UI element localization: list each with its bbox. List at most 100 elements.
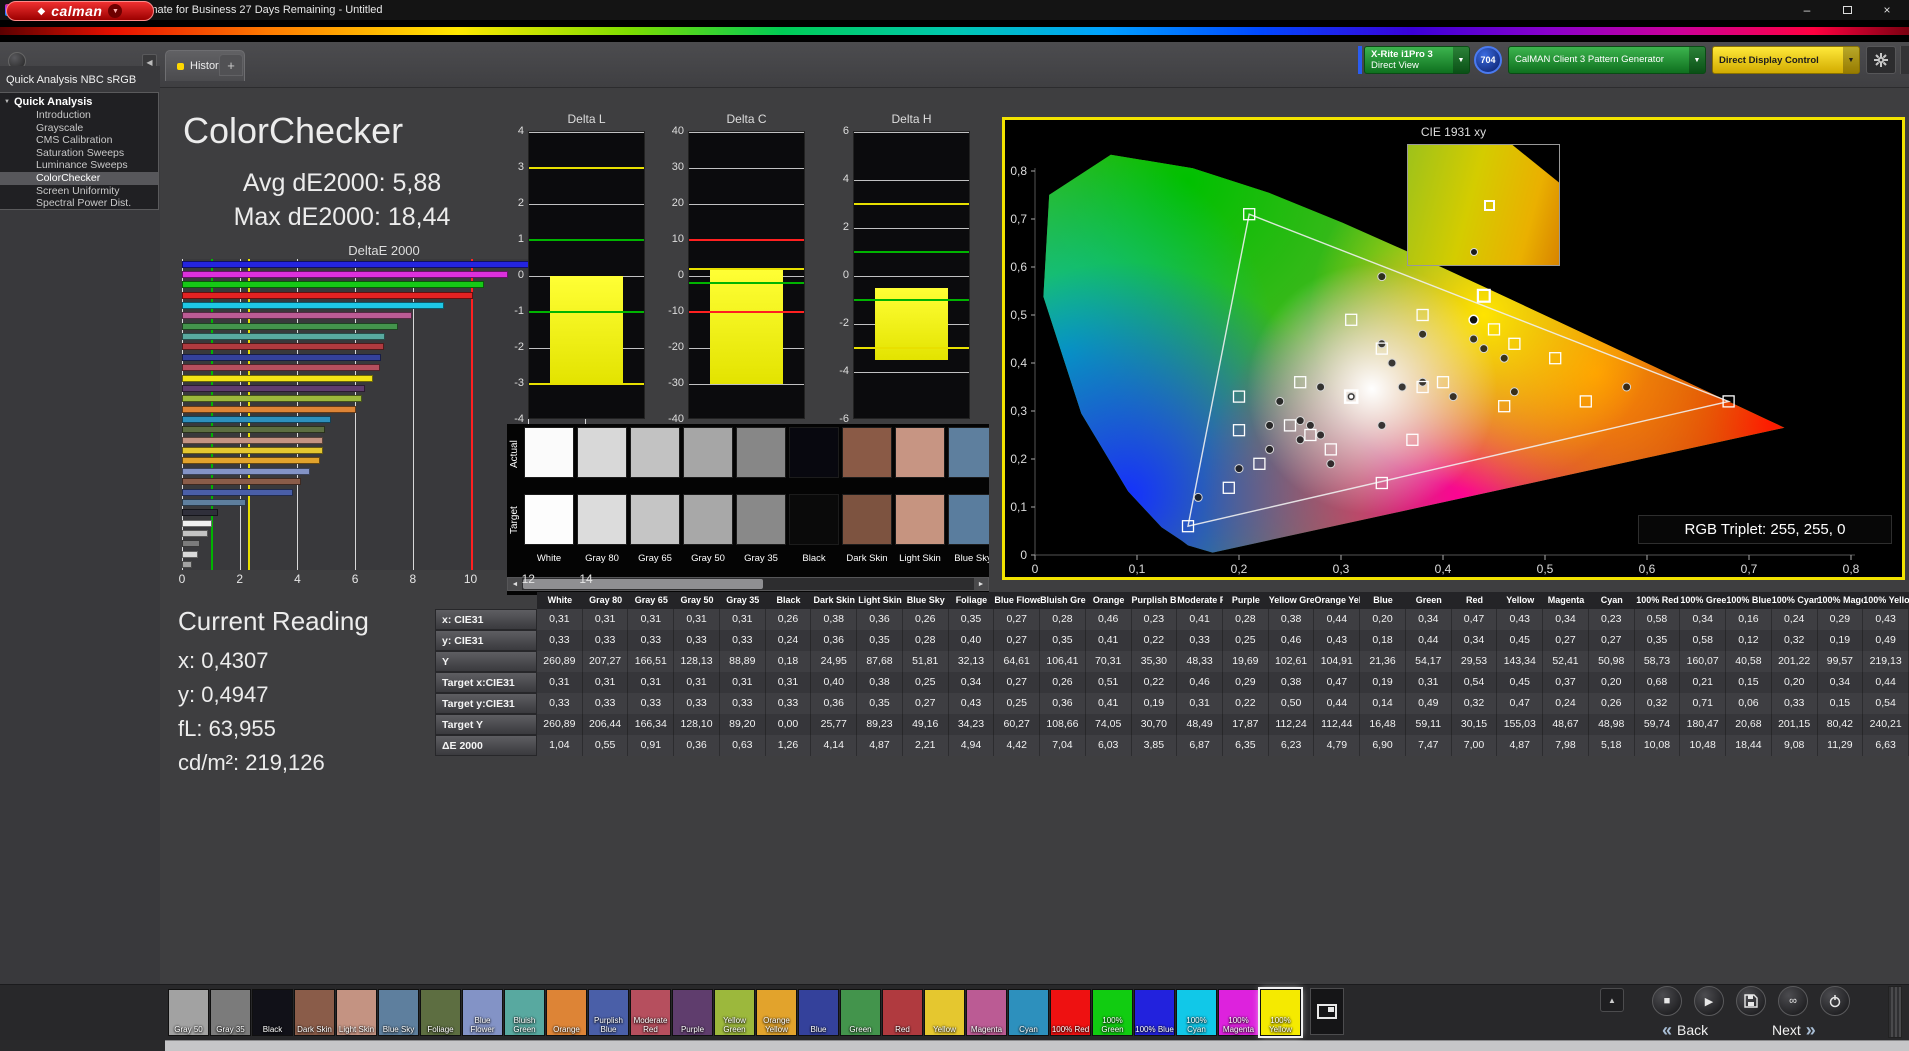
pattern-patch-purplish-blue[interactable]: Purplish Blue <box>588 989 629 1036</box>
pattern-patch-orange[interactable]: Orange <box>546 989 587 1036</box>
pattern-patch-100-red[interactable]: 100% Red <box>1050 989 1091 1036</box>
pattern-patch-cyan[interactable]: Cyan <box>1008 989 1049 1036</box>
sidebar-item-colorchecker[interactable]: ColorChecker <box>0 172 158 185</box>
grid-line <box>529 204 644 205</box>
scroll-left-button[interactable]: ◄ <box>508 578 522 590</box>
calman-logo-button[interactable]: ◆ calman ▼ <box>6 1 154 21</box>
sidebar-item-introduction[interactable]: Introduction <box>0 109 158 122</box>
pattern-patch-black[interactable]: Black <box>252 989 293 1036</box>
cell: 0,49 <box>1863 630 1909 651</box>
pattern-patch-bluish-green[interactable]: Bluish Green <box>504 989 545 1036</box>
pattern-patch-blue[interactable]: Blue <box>798 989 839 1036</box>
tree-root-label: Quick Analysis <box>14 96 92 108</box>
de-bar-orange <box>182 406 356 413</box>
sidebar-item-cms-calibration[interactable]: CMS Calibration <box>0 134 158 147</box>
meter-device-box[interactable]: X-Rite i1Pro 3 Direct View ▼ <box>1364 46 1470 74</box>
sidebar-item-luminance-sweeps[interactable]: Luminance Sweeps <box>0 159 158 172</box>
y-axis-label: -4 <box>826 365 849 377</box>
target-swatch-black <box>789 494 839 545</box>
pattern-window-button[interactable] <box>1310 988 1344 1035</box>
close-button[interactable]: × <box>1867 0 1907 20</box>
logo-menu-caret-icon[interactable]: ▼ <box>108 4 122 18</box>
cell: 59,74 <box>1635 714 1681 735</box>
cell: 29,53 <box>1452 651 1498 672</box>
cell: 3,85 <box>1132 735 1178 756</box>
grid-line <box>854 276 969 277</box>
bottom-strip[interactable] <box>165 1040 1909 1051</box>
display-control-box[interactable]: Direct Display Control ▼ <box>1712 46 1860 74</box>
resize-ridge[interactable] <box>1888 986 1902 1038</box>
settings-gear-button[interactable] <box>1866 46 1896 74</box>
pattern-patch-moderate-red[interactable]: Moderate Red <box>630 989 671 1036</box>
pattern-patch-purple[interactable]: Purple <box>672 989 713 1036</box>
pattern-patch-magenta[interactable]: Magenta <box>966 989 1007 1036</box>
pattern-patch-orange-yellow[interactable]: Orange Yellow <box>756 989 797 1036</box>
stop-button[interactable]: ■ <box>1652 986 1682 1016</box>
cell: 143,34 <box>1497 651 1543 672</box>
cell: 0,35 <box>857 693 903 714</box>
cell: 50,98 <box>1589 651 1635 672</box>
pattern-patch-green[interactable]: Green <box>840 989 881 1036</box>
maximize-button[interactable] <box>1827 0 1867 20</box>
bottom-strip-left <box>0 1040 165 1051</box>
cell: 6,63 <box>1863 735 1909 756</box>
row-label-y: Y <box>435 651 537 672</box>
tree-root-quick-analysis[interactable]: ▼ Quick Analysis <box>0 95 158 109</box>
pattern-patch-dark-skin[interactable]: Dark Skin <box>294 989 335 1036</box>
column-header-blue: Blue <box>1360 592 1406 609</box>
minimize-button[interactable]: – <box>1787 0 1827 20</box>
pattern-patch-100-cyan[interactable]: 100% Cyan <box>1176 989 1217 1036</box>
display-dropdown-caret-icon[interactable]: ▼ <box>1843 47 1859 73</box>
sidebar-item-spectral-power-dist[interactable]: Spectral Power Dist. <box>0 197 158 210</box>
meter-dropdown-caret-icon[interactable]: ▼ <box>1453 47 1469 73</box>
pattern-patch-gray-35[interactable]: Gray 35 <box>210 989 251 1036</box>
sidebar-item-grayscale[interactable]: Grayscale <box>0 122 158 135</box>
pattern-patch-foliage[interactable]: Foliage <box>420 989 461 1036</box>
next-button[interactable]: Next » <box>1772 1018 1816 1042</box>
add-tab-button[interactable]: + <box>219 54 243 76</box>
pattern-patch-100-yellow[interactable]: 100% Yellow <box>1260 989 1301 1036</box>
patch-label: Yellow <box>933 1026 956 1035</box>
cell: 0,46 <box>1086 609 1132 630</box>
pattern-patch-yellow[interactable]: Yellow <box>924 989 965 1036</box>
back-button[interactable]: « Back <box>1662 1018 1708 1042</box>
reading-y: y: 0,4947 <box>178 682 269 708</box>
pattern-patch-100-blue[interactable]: 100% Blue <box>1134 989 1175 1036</box>
tree-expand-icon[interactable]: ▼ <box>4 99 10 105</box>
x-axis-label: 12 <box>522 572 535 586</box>
pattern-patch-blue-sky[interactable]: Blue Sky <box>378 989 419 1036</box>
de-bar-blue <box>182 354 381 361</box>
sidebar-item-screen-uniformity[interactable]: Screen Uniformity <box>0 185 158 198</box>
cell: 0,43 <box>1497 609 1543 630</box>
cell: 6,03 <box>1086 735 1132 756</box>
pattern-patch-light-skin[interactable]: Light Skin <box>336 989 377 1036</box>
cell: 0,26 <box>903 609 949 630</box>
power-button[interactable] <box>1820 986 1850 1016</box>
patch-label: Purple <box>681 1026 704 1035</box>
pattern-patch-100-magenta[interactable]: 100% Magenta <box>1218 989 1259 1036</box>
pattern-patch-100-green[interactable]: 100% Green <box>1092 989 1133 1036</box>
pattern-dropdown-caret-icon[interactable]: ▼ <box>1689 47 1705 73</box>
cell: 0,31 <box>720 609 766 630</box>
scroll-right-button[interactable]: ► <box>974 578 988 590</box>
svg-text:0,2: 0,2 <box>1010 452 1027 466</box>
cell: 155,03 <box>1497 714 1543 735</box>
panel-edge-sliver <box>1900 46 1909 74</box>
cell: 48,98 <box>1589 714 1635 735</box>
y-axis-label: 6 <box>826 125 849 137</box>
save-button[interactable] <box>1736 986 1766 1016</box>
continuous-measure-button[interactable]: ∞ <box>1778 986 1808 1016</box>
delta-h-chart <box>853 131 970 419</box>
de-bar-magenta <box>182 312 412 319</box>
sidebar-item-saturation-sweeps[interactable]: Saturation Sweeps <box>0 147 158 160</box>
pattern-patch-gray-50[interactable]: Gray 50 <box>168 989 209 1036</box>
pattern-patch-yellow-green[interactable]: Yellow Green <box>714 989 755 1036</box>
pattern-patch-blue-flower[interactable]: Blue Flower <box>462 989 503 1036</box>
pattern-generator-box[interactable]: CalMAN Client 3 Pattern Generator ▼ <box>1508 46 1706 74</box>
scroll-thumb[interactable] <box>523 579 763 589</box>
expand-up-button[interactable]: ▲ <box>1600 988 1624 1012</box>
play-button[interactable]: ▶ <box>1694 986 1724 1016</box>
actual-swatch-gray-65 <box>630 427 680 478</box>
pattern-patch-red[interactable]: Red <box>882 989 923 1036</box>
cell: 0,36 <box>811 630 857 651</box>
